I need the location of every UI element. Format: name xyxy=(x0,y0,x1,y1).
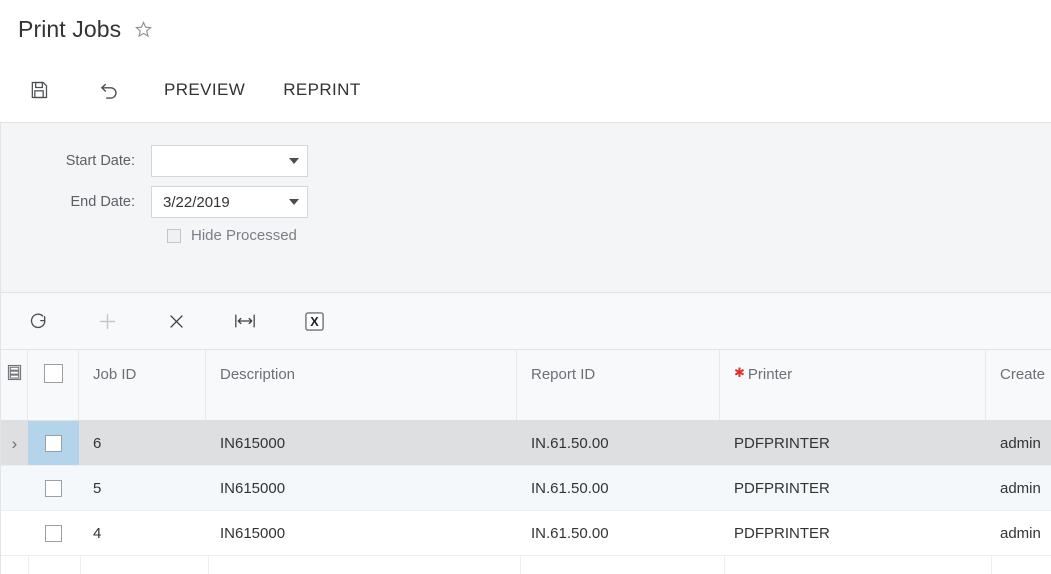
column-header-created[interactable]: Create xyxy=(986,350,1051,420)
select-all-checkbox[interactable] xyxy=(43,364,63,383)
row-checkbox-cell[interactable] xyxy=(28,511,79,555)
column-header-label: Printer xyxy=(747,366,793,383)
column-header-label: Report ID xyxy=(531,366,596,383)
required-marker-icon: ✱ xyxy=(734,365,745,380)
print-jobs-grid: Job ID Description Report ID ✱ Printer C… xyxy=(0,349,1051,556)
page-header: Print Jobs xyxy=(0,0,1051,58)
grid-header-row: Job ID Description Report ID ✱ Printer C… xyxy=(1,350,1051,421)
end-date-input[interactable]: 3/22/2019 xyxy=(152,194,281,211)
undo-arrow-icon[interactable] xyxy=(92,73,126,107)
cell-printer: PDFPRINTER xyxy=(734,524,830,542)
add-plus-icon xyxy=(89,303,125,339)
start-date-row: Start Date: xyxy=(1,145,1051,177)
row-indicator xyxy=(1,466,28,510)
cell-created: admin xyxy=(1000,479,1041,497)
reprint-button[interactable]: REPRINT xyxy=(281,76,362,104)
end-date-field[interactable]: 3/22/2019 xyxy=(151,186,308,218)
cell-printer: PDFPRINTER xyxy=(734,479,830,497)
cell-created: admin xyxy=(1000,434,1041,452)
delete-x-icon[interactable] xyxy=(158,303,194,339)
hide-processed-checkbox xyxy=(167,228,181,243)
column-header-label: Description xyxy=(220,366,296,383)
cell-created: admin xyxy=(1000,524,1041,542)
hide-processed-row: Hide Processed xyxy=(167,227,1051,244)
grid-settings-icon[interactable] xyxy=(1,350,28,420)
start-date-field[interactable] xyxy=(151,145,308,177)
start-date-label: Start Date: xyxy=(65,153,135,169)
svg-text:X: X xyxy=(310,315,319,329)
cell-printer: PDFPRINTER xyxy=(734,434,830,452)
table-row[interactable]: › 6 IN615000 IN.61.50.00 PDFPRINTER admi… xyxy=(1,421,1051,466)
cell-job-id: 6 xyxy=(93,434,102,452)
column-header-job-id[interactable]: Job ID xyxy=(79,350,206,420)
chevron-down-icon[interactable] xyxy=(281,199,307,205)
filter-panel: Start Date: End Date: 3/22/2019 Hide Pro… xyxy=(0,122,1051,293)
column-header-report-id[interactable]: Report ID xyxy=(517,350,720,420)
page-title: Print Jobs xyxy=(18,15,122,42)
grid-toolbar: X xyxy=(0,293,1051,349)
cell-report-id: IN.61.50.00 xyxy=(531,434,609,452)
column-header-label: Create xyxy=(1000,366,1046,383)
cell-description: IN615000 xyxy=(220,479,286,497)
grid-body: › 6 IN615000 IN.61.50.00 PDFPRINTER admi… xyxy=(1,421,1051,556)
cell-report-id: IN.61.50.00 xyxy=(531,524,609,542)
table-row[interactable]: 5 IN615000 IN.61.50.00 PDFPRINTER admin xyxy=(1,466,1051,511)
column-header-printer[interactable]: ✱ Printer xyxy=(720,350,986,420)
export-excel-icon[interactable]: X xyxy=(296,303,332,339)
star-outline-icon[interactable] xyxy=(134,20,153,39)
row-checkbox[interactable] xyxy=(45,524,62,542)
select-all-checkbox-cell[interactable] xyxy=(28,350,79,420)
hide-processed-label: Hide Processed xyxy=(191,227,297,244)
fit-columns-icon[interactable] xyxy=(227,303,263,339)
column-header-description[interactable]: Description xyxy=(206,350,517,420)
cell-report-id: IN.61.50.00 xyxy=(531,479,609,497)
refresh-icon[interactable] xyxy=(20,303,56,339)
table-row[interactable]: 4 IN615000 IN.61.50.00 PDFPRINTER admin xyxy=(1,511,1051,556)
preview-button[interactable]: PREVIEW xyxy=(162,76,247,104)
cell-job-id: 5 xyxy=(93,479,102,497)
cell-description: IN615000 xyxy=(220,524,286,542)
cell-job-id: 4 xyxy=(93,524,102,542)
row-checkbox-cell[interactable] xyxy=(28,466,79,510)
column-header-label: Job ID xyxy=(93,366,137,383)
row-indicator xyxy=(1,511,28,555)
save-floppy-icon[interactable] xyxy=(22,73,56,107)
chevron-down-icon[interactable] xyxy=(281,158,307,164)
row-expand-chevron-icon[interactable]: › xyxy=(1,421,28,465)
end-date-row: End Date: 3/22/2019 xyxy=(1,186,1051,218)
action-toolbar: PREVIEW REPRINT xyxy=(0,58,1051,122)
row-checkbox[interactable] xyxy=(45,434,62,452)
row-checkbox-cell[interactable] xyxy=(28,421,79,465)
end-date-label: End Date: xyxy=(70,194,136,210)
row-checkbox[interactable] xyxy=(45,479,62,497)
table-row-partial[interactable] xyxy=(0,556,1051,574)
cell-description: IN615000 xyxy=(220,434,286,452)
